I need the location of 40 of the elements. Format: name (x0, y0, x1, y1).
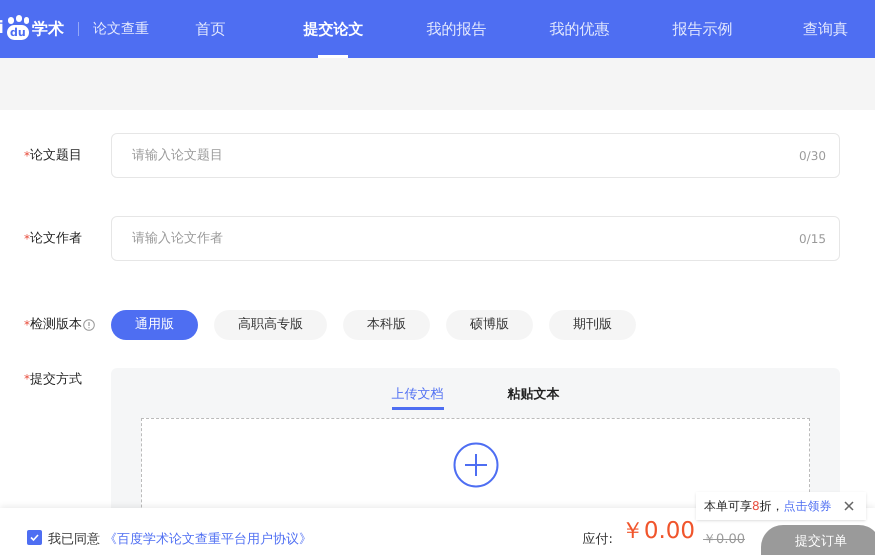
pay-label: 应付: (582, 531, 613, 549)
char-counter: 0/30 (799, 148, 826, 165)
required-asterisk: * (24, 317, 30, 334)
field-label: 检测版本 (30, 316, 82, 334)
version-option[interactable]: 硕博版 (446, 310, 533, 340)
agree-text: 我已同意 (48, 531, 100, 549)
version-option[interactable]: 通用版 (111, 310, 198, 340)
coupon-text: 本单可享8折， (704, 498, 784, 515)
logo-text: 学术 (32, 18, 64, 40)
info-icon[interactable] (83, 319, 95, 331)
field-label: 论文作者 (30, 230, 82, 248)
version-option[interactable]: 本科版 (343, 310, 430, 340)
active-tab-indicator (318, 55, 348, 58)
original-price: ￥0.00 (703, 531, 745, 549)
nav-tab[interactable]: 查询真 (802, 18, 848, 40)
coupon-link[interactable]: 点击领券 (784, 497, 832, 515)
char-counter: 0/15 (799, 231, 826, 248)
field-label: 提交方式 (30, 371, 82, 389)
version-option[interactable]: 高职高专版 (214, 310, 327, 340)
product-name: 论文查重 (92, 20, 149, 38)
required-asterisk: * (24, 230, 30, 248)
nav-tab[interactable]: 我的报告 (426, 18, 486, 40)
nav-tab[interactable]: 首页 (195, 18, 226, 40)
required-asterisk: * (24, 371, 30, 388)
agreement-link[interactable]: 《百度学术论文查重平台用户协议》 (104, 530, 312, 550)
nav-tab[interactable]: 报告示例 (672, 18, 732, 40)
check-icon (29, 532, 40, 543)
add-icon[interactable] (452, 442, 498, 488)
required-asterisk: * (24, 148, 30, 164)
paw-logo: du (4, 17, 31, 41)
submit-tab[interactable]: 上传文档 (392, 382, 444, 410)
field-label: 论文题目 (30, 146, 82, 165)
close-icon[interactable] (844, 501, 854, 511)
nav-tab[interactable]: 我的优惠 (549, 18, 610, 40)
nav-tab[interactable]: 提交论文 (303, 18, 364, 40)
submit-tab[interactable]: 粘贴文本 (508, 382, 560, 410)
total-price: ￥0.00 (620, 520, 696, 543)
submit-order-button[interactable]: 提交订单 (761, 525, 875, 555)
version-option[interactable]: 期刊版 (549, 310, 636, 340)
agree-checkbox[interactable] (27, 530, 42, 545)
